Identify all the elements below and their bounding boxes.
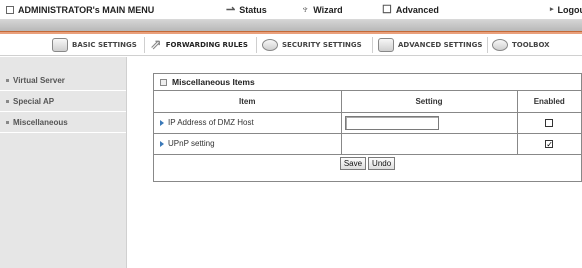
tab-basic-settings[interactable]: BASIC SETTINGS: [52, 34, 137, 56]
accent-strip: [0, 20, 582, 35]
dmz-host-ip-input[interactable]: [344, 115, 439, 130]
row-item-label: IP Address of DMZ Host: [168, 118, 254, 127]
column-header-item: Item: [154, 91, 342, 113]
status-label: Status: [239, 5, 267, 15]
panel-title: Miscellaneous Items: [172, 77, 255, 87]
wizard-icon: ♆: [301, 4, 310, 16]
tab-divider: [487, 37, 488, 53]
sidebar: Virtual Server Special AP Miscellaneous: [0, 57, 127, 268]
sidebar-item-label: Miscellaneous: [13, 117, 68, 127]
arrow-right-icon: [160, 119, 164, 126]
undo-button[interactable]: Undo: [368, 157, 396, 171]
tab-divider: [256, 37, 257, 53]
wizard-link[interactable]: ♆ Wizard: [301, 0, 343, 20]
miscellaneous-panel: Miscellaneous Items Item Setting Enabled…: [153, 73, 582, 182]
dmz-enabled-checkbox[interactable]: [545, 118, 554, 127]
save-button[interactable]: Save: [339, 157, 367, 171]
tab-divider: [372, 37, 373, 53]
tab-toolbox-label: TOOLBOX: [512, 41, 550, 49]
upnp-enabled-checkbox[interactable]: ✓: [545, 139, 554, 148]
logout-link[interactable]: ▸ Logou: [550, 0, 582, 20]
row-item-cell: IP Address of DMZ Host: [154, 112, 342, 134]
items-table: Item Setting Enabled IP Address of DMZ H…: [154, 91, 581, 173]
advanced-link[interactable]: ☐ Advanced: [382, 0, 439, 20]
top-menu-bar: ADMINISTRATOR's MAIN MENU ⇀ Status ♆ Wiz…: [0, 0, 582, 20]
sidebar-item-label: Virtual Server: [13, 75, 65, 85]
table-row: UPnP setting ✓: [154, 133, 581, 155]
forwarding-rules-icon: ⇗: [150, 37, 162, 53]
panel-header: Miscellaneous Items: [154, 74, 581, 91]
advanced-icon: ☐: [382, 4, 392, 16]
bullet-icon: [6, 120, 9, 124]
logout-arrow-icon: ▸: [550, 6, 554, 13]
row-item-label: UPnP setting: [168, 139, 215, 148]
sidebar-item-special-ap[interactable]: Special AP: [0, 91, 126, 112]
sidebar-item-virtual-server[interactable]: Virtual Server: [0, 70, 126, 91]
main-menu-title[interactable]: ADMINISTRATOR's MAIN MENU: [6, 0, 154, 20]
table-header-row: Item Setting Enabled: [154, 91, 581, 113]
column-header-enabled: Enabled: [517, 91, 581, 113]
bullet-icon: [6, 99, 9, 103]
row-setting-cell: [341, 133, 518, 155]
basic-settings-icon: [52, 38, 68, 52]
sidebar-item-miscellaneous[interactable]: Miscellaneous: [0, 112, 126, 133]
advanced-settings-icon: [378, 38, 394, 52]
tab-security-settings[interactable]: SECURITY SETTINGS: [262, 34, 362, 56]
advanced-label: Advanced: [395, 5, 439, 15]
tab-toolbox[interactable]: TOOLBOX: [492, 34, 550, 56]
main-menu-label: ADMINISTRATOR's MAIN MENU: [18, 5, 155, 15]
bullet-icon: [6, 78, 9, 82]
logout-label: Logou: [557, 5, 582, 15]
tab-forwarding-rules[interactable]: ⇗ FORWARDING RULES: [150, 34, 248, 56]
table-row: IP Address of DMZ Host: [154, 112, 581, 134]
status-link[interactable]: ⇀ Status: [226, 0, 267, 20]
row-enabled-cell: [517, 112, 581, 134]
tab-advanced-settings[interactable]: ADVANCED SETTINGS: [378, 34, 482, 56]
wizard-label: Wizard: [313, 5, 343, 15]
panel-box-icon: [160, 78, 167, 86]
toolbox-icon: [492, 39, 508, 51]
tab-security-settings-label: SECURITY SETTINGS: [282, 41, 362, 49]
status-icon: ⇀: [226, 4, 236, 16]
button-row: Save Undo: [154, 154, 581, 173]
tab-basic-settings-label: BASIC SETTINGS: [72, 41, 137, 49]
arrow-right-icon: [160, 140, 164, 147]
button-cell: Save Undo: [154, 154, 581, 173]
security-settings-icon: [262, 39, 278, 51]
column-header-setting: Setting: [341, 91, 518, 113]
sub-navigation: BASIC SETTINGS ⇗ FORWARDING RULES SECURI…: [0, 34, 582, 56]
row-setting-cell: [341, 112, 518, 134]
menu-box-icon: [6, 6, 14, 14]
sidebar-item-label: Special AP: [13, 96, 55, 106]
tab-divider: [144, 37, 145, 53]
row-item-cell: UPnP setting: [154, 133, 342, 155]
tab-advanced-settings-label: ADVANCED SETTINGS: [398, 41, 483, 49]
tab-forwarding-rules-label: FORWARDING RULES: [165, 41, 248, 49]
row-enabled-cell: ✓: [517, 133, 581, 155]
